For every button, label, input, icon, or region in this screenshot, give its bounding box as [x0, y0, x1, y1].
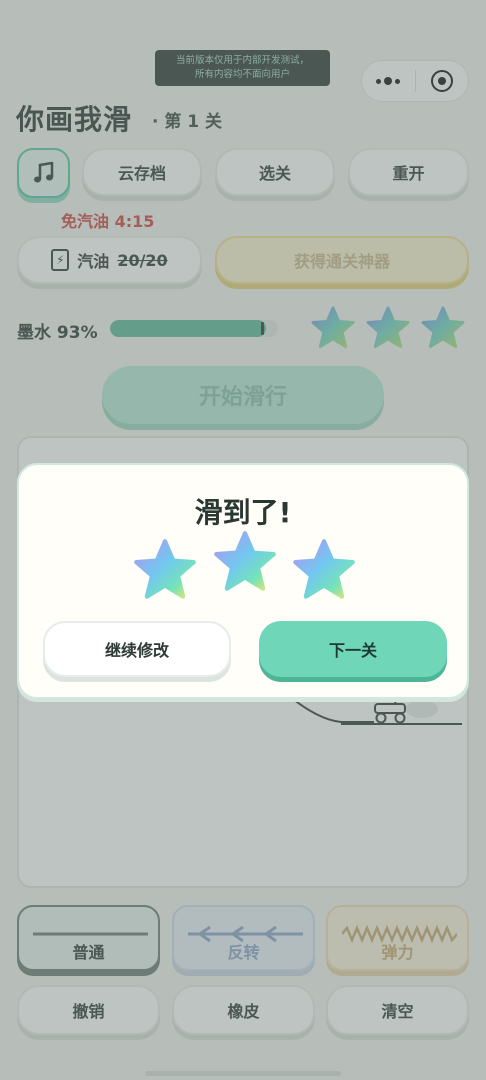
result-star-icon [134, 539, 196, 599]
next-level-button[interactable]: 下一关 [259, 621, 447, 677]
success-dialog: 滑到了! 继续修改 下一关 [17, 463, 469, 699]
continue-edit-button[interactable]: 继续修改 [43, 621, 231, 677]
result-star-icon [293, 539, 355, 599]
result-star-icon [214, 531, 276, 591]
dialog-title: 滑到了! [194, 496, 292, 529]
